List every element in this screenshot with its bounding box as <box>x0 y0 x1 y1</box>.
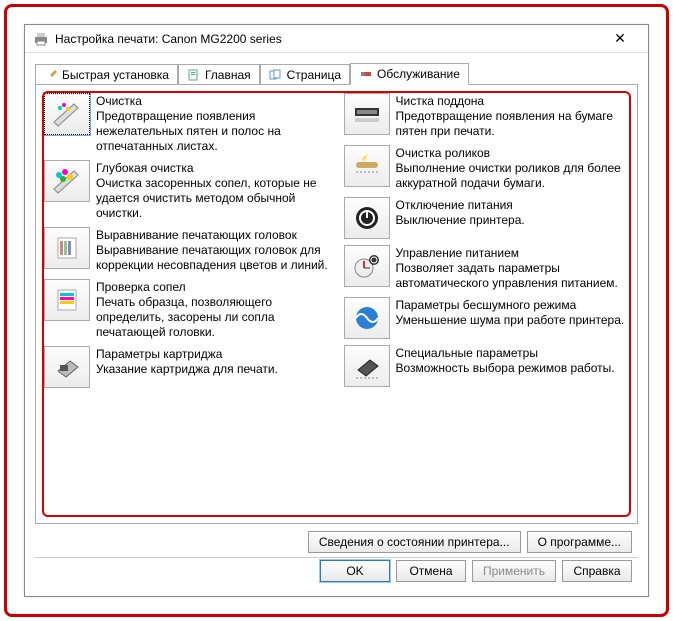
left-column: ОчисткаПредотвращение появления нежелате… <box>44 93 330 515</box>
item-custom-settings: Специальные параметрыВозможность выбора … <box>344 345 630 387</box>
printer-settings-icon <box>350 352 384 380</box>
tab-label: Страница <box>287 68 341 82</box>
nozzle-check-button[interactable] <box>44 279 90 321</box>
tab-page-setup[interactable]: Страница <box>260 64 350 85</box>
right-column: Чистка поддонаПредотвращение появления н… <box>344 93 630 515</box>
item-title: Параметры бесшумного режима <box>396 298 625 312</box>
item-title: Очистка роликов <box>396 146 630 160</box>
maintenance-panel: ОчисткаПредотвращение появления нежелате… <box>35 84 638 524</box>
tools-icon <box>359 68 373 80</box>
quiet-icon <box>350 304 384 332</box>
item-title: Параметры картриджа <box>96 347 278 361</box>
deep-cleaning-button[interactable] <box>44 160 90 202</box>
apply-button[interactable]: Применить <box>472 560 556 582</box>
wrench-icon <box>44 69 58 81</box>
titlebar: Настройка печати: Canon MG2200 series ✕ <box>25 25 648 53</box>
cleaning-button[interactable] <box>44 93 90 135</box>
item-nozzle-check: Проверка сопелПечать образца, позволяюще… <box>44 279 330 340</box>
power-off-button[interactable] <box>344 197 390 239</box>
content: Быстрая установка Главная Страница Обслу… <box>25 53 648 596</box>
roller-icon <box>350 152 384 180</box>
item-title: Проверка сопел <box>96 280 330 294</box>
printer-icon <box>33 31 49 47</box>
tab-label: Быстрая установка <box>62 68 169 82</box>
bottom-plate-button[interactable] <box>344 93 390 135</box>
page-icon <box>187 69 201 81</box>
window-title: Настройка печати: Canon MG2200 series <box>55 32 600 46</box>
about-button[interactable]: О программе... <box>527 531 632 553</box>
item-cleaning: ОчисткаПредотвращение появления нежелате… <box>44 93 330 154</box>
help-button[interactable]: Справка <box>562 560 632 582</box>
item-cartridge-settings: Параметры картриджаУказание картриджа дл… <box>44 346 330 388</box>
tab-label: Обслуживание <box>377 67 460 81</box>
item-desc: Очистка засоренных сопел, которые не уда… <box>96 176 330 221</box>
item-title: Выравнивание печатающих головок <box>96 228 330 242</box>
item-title: Чистка поддона <box>396 94 630 108</box>
item-desc: Возможность выбора режимов работы. <box>396 361 615 376</box>
tab-label: Главная <box>205 68 251 82</box>
pages-icon <box>269 69 283 81</box>
nozzle-icon <box>50 286 84 314</box>
item-desc: Позволяет задать параметры автоматическо… <box>396 261 630 291</box>
dialog-buttons: OK Отмена Применить Справка <box>320 560 632 582</box>
panel-buttons: Сведения о состоянии принтера... О прогр… <box>308 531 632 553</box>
item-title: Отключение питания <box>396 198 525 212</box>
close-button[interactable]: ✕ <box>600 25 640 53</box>
power-icon <box>350 204 384 232</box>
tab-quick-setup[interactable]: Быстрая установка <box>35 64 178 85</box>
timer-icon <box>350 252 384 280</box>
head-alignment-button[interactable] <box>44 227 90 269</box>
item-desc: Предотвращение появления на бумаге пятен… <box>396 109 630 139</box>
item-desc: Выключение принтера. <box>396 213 525 228</box>
tab-maintenance[interactable]: Обслуживание <box>350 63 469 85</box>
item-auto-power: Управление питаниемПозволяет задать пара… <box>344 245 630 291</box>
roller-cleaning-button[interactable] <box>344 145 390 187</box>
item-desc: Предотвращение появления нежелательных п… <box>96 109 330 154</box>
dialog: Настройка печати: Canon MG2200 series ✕ … <box>24 24 649 597</box>
item-title: Очистка <box>96 94 330 108</box>
separator <box>35 557 638 558</box>
item-title: Специальные параметры <box>396 346 615 360</box>
tab-main[interactable]: Главная <box>178 64 260 85</box>
item-desc: Уменьшение шума при работе принтера. <box>396 313 625 328</box>
tabs: Быстрая установка Главная Страница Обслу… <box>35 63 638 85</box>
plate-icon <box>350 100 384 128</box>
align-icon <box>50 234 84 262</box>
item-bottom-plate-cleaning: Чистка поддонаПредотвращение появления н… <box>344 93 630 139</box>
item-head-alignment: Выравнивание печатающих головокВыравнива… <box>44 227 330 273</box>
item-title: Управление питанием <box>396 246 630 260</box>
ok-button[interactable]: OK <box>320 560 390 582</box>
item-desc: Указание картриджа для печати. <box>96 362 278 377</box>
custom-settings-button[interactable] <box>344 345 390 387</box>
cancel-button[interactable]: Отмена <box>396 560 466 582</box>
item-desc: Печать образца, позволяющего определить,… <box>96 295 330 340</box>
deep-clean-icon <box>50 167 84 195</box>
clean-icon <box>50 100 84 128</box>
item-deep-cleaning: Глубокая очисткаОчистка засоренных сопел… <box>44 160 330 221</box>
cartridge-settings-button[interactable] <box>44 346 90 388</box>
item-power-off: Отключение питанияВыключение принтера. <box>344 197 630 239</box>
item-title: Глубокая очистка <box>96 161 330 175</box>
auto-power-button[interactable] <box>344 245 390 287</box>
item-quiet-settings: Параметры бесшумного режимаУменьшение шу… <box>344 297 630 339</box>
item-roller-cleaning: Очистка роликовВыполнение очистки ролико… <box>344 145 630 191</box>
quiet-settings-button[interactable] <box>344 297 390 339</box>
item-desc: Выполнение очистки роликов для более акк… <box>396 161 630 191</box>
printer-status-button[interactable]: Сведения о состоянии принтера... <box>308 531 521 553</box>
cartridge-icon <box>50 353 84 381</box>
item-desc: Выравнивание печатающих головок для корр… <box>96 243 330 273</box>
